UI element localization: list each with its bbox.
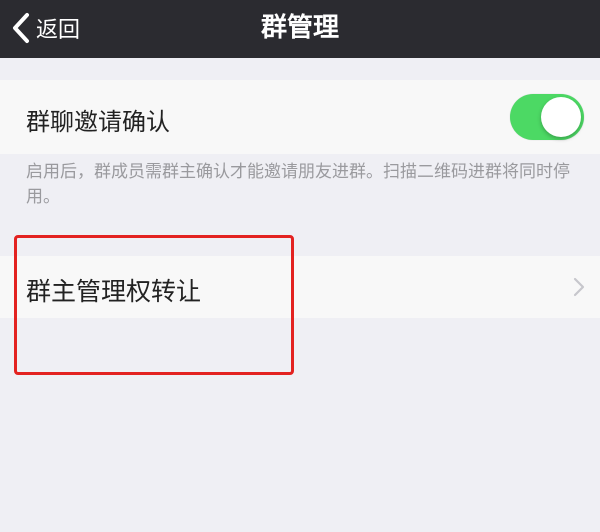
invite-confirm-cell: 群聊邀请确认 <box>0 80 600 154</box>
navigation-bar: 群管理 返回 <box>0 0 600 58</box>
back-button[interactable]: 返回 <box>8 8 80 48</box>
back-label: 返回 <box>36 18 81 43</box>
chevron-left-icon <box>13 13 29 43</box>
page-title: 群管理 <box>260 13 339 43</box>
chevron-right-icon <box>573 277 585 297</box>
invite-confirm-toggle[interactable] <box>510 94 584 140</box>
invite-confirm-footnote: 启用后，群成员需群主确认才能邀请朋友进群。扫描二维码进群将同时停用。 <box>26 162 570 207</box>
transfer-owner-label: 群主管理权转让 <box>26 277 202 306</box>
invite-confirm-label: 群聊邀请确认 <box>26 108 170 136</box>
toggle-knob <box>541 97 581 137</box>
transfer-owner-cell[interactable]: 群主管理权转让 <box>0 256 600 318</box>
